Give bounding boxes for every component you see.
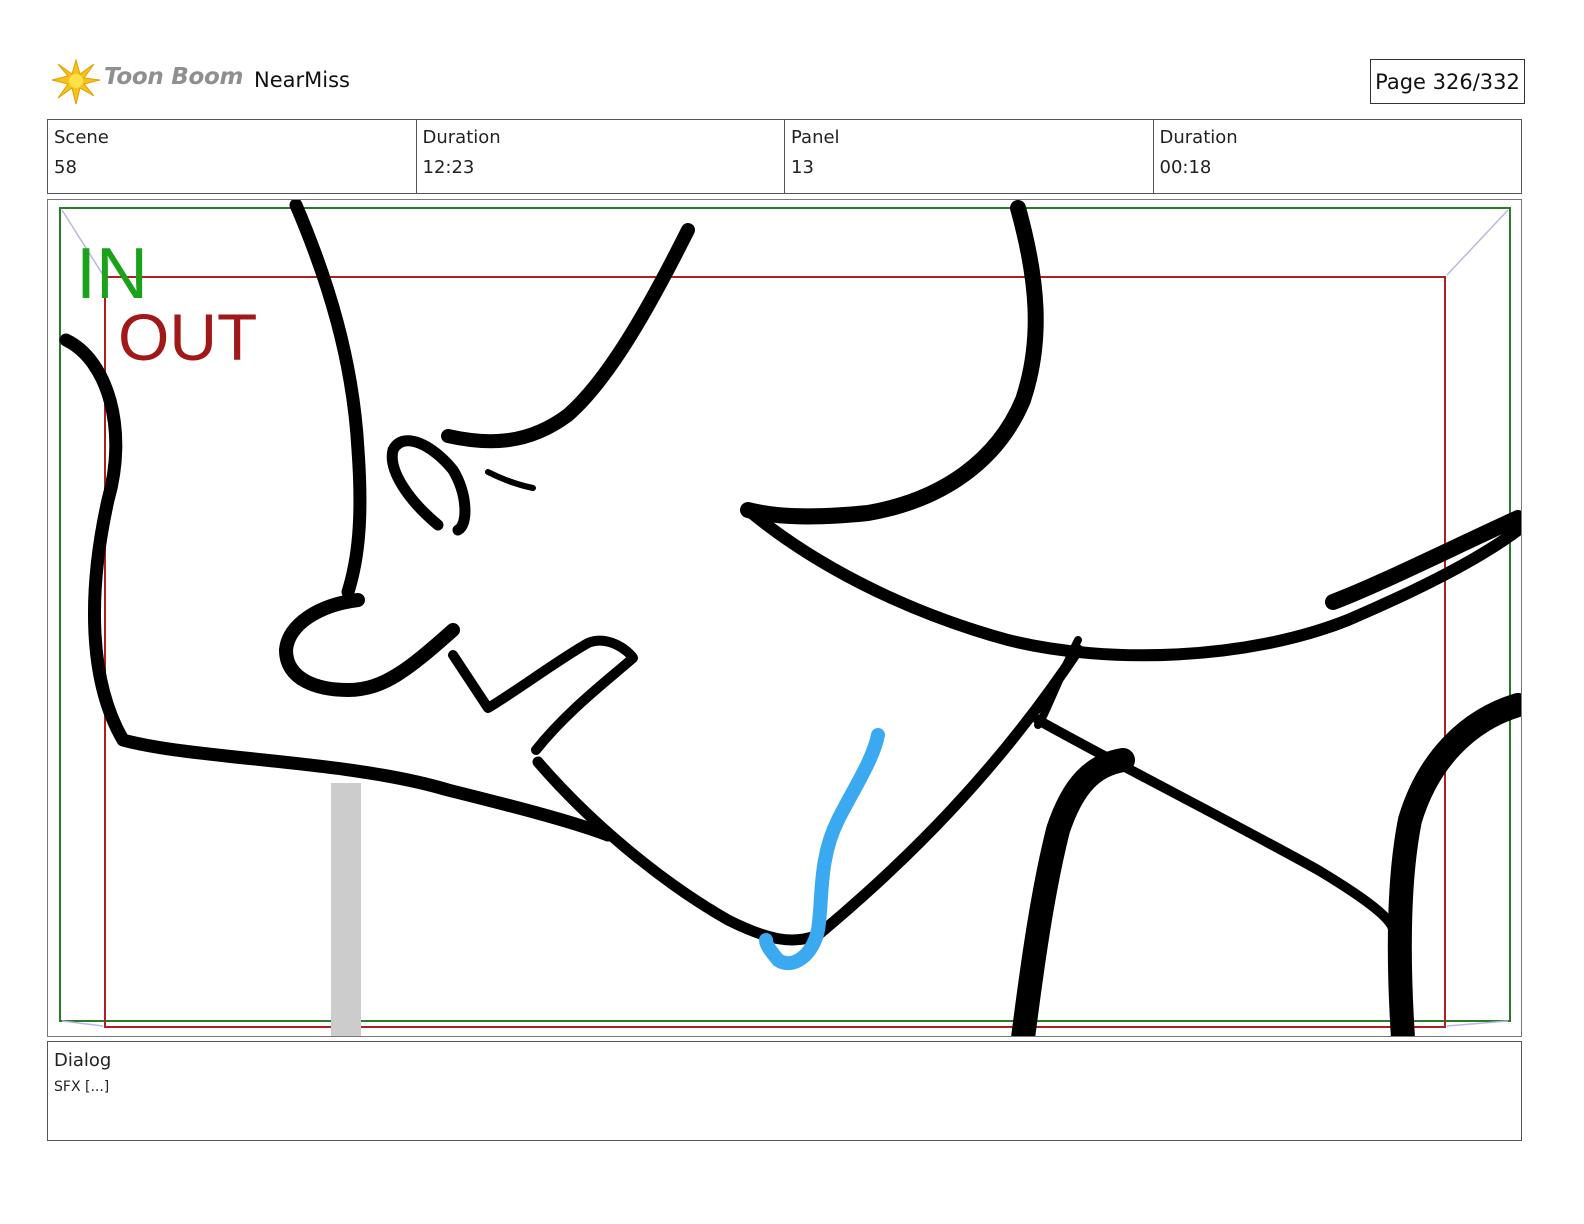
panel-duration-value: 00:18 xyxy=(1159,157,1212,178)
dialog-text: SFX [...] xyxy=(54,1079,110,1095)
scene-value: 58 xyxy=(54,157,77,178)
page-header: Toon Boom NearMiss Page 326/332 xyxy=(50,54,1525,108)
dialog-label: Dialog xyxy=(54,1050,112,1071)
in-frame xyxy=(59,207,1511,1022)
scene-info-table: Scene 58 Duration 12:23 Panel 13 Duratio… xyxy=(47,119,1522,194)
panel-duration-label: Duration xyxy=(1159,127,1238,148)
blue-stroke xyxy=(759,728,885,971)
panel-label: Panel xyxy=(791,127,840,148)
logo-text: Toon Boom xyxy=(104,64,244,90)
scene-duration-cell: Duration 12:23 xyxy=(417,120,785,193)
scene-duration-label: Duration xyxy=(422,127,501,148)
scene-duration-value: 12:23 xyxy=(422,157,475,178)
storyboard-panel: IN OUT xyxy=(47,199,1522,1037)
panel-value: 13 xyxy=(791,157,814,178)
panel-duration-cell: Duration 00:18 xyxy=(1154,120,1522,193)
dialog-box: Dialog SFX [...] xyxy=(47,1041,1522,1141)
project-name: NearMiss xyxy=(254,68,350,92)
page-indicator: Page 326/332 xyxy=(1370,59,1525,104)
camera-move-arrows xyxy=(61,209,1509,1027)
panel-sketch: IN OUT xyxy=(59,200,1521,1036)
character-sketch xyxy=(59,200,1521,1036)
grey-pole xyxy=(331,783,361,1036)
out-label: OUT xyxy=(118,300,257,374)
panel-cell: Panel 13 xyxy=(785,120,1154,193)
starburst-icon xyxy=(51,58,101,105)
scene-cell: Scene 58 xyxy=(48,120,417,193)
scene-label: Scene xyxy=(54,127,109,148)
